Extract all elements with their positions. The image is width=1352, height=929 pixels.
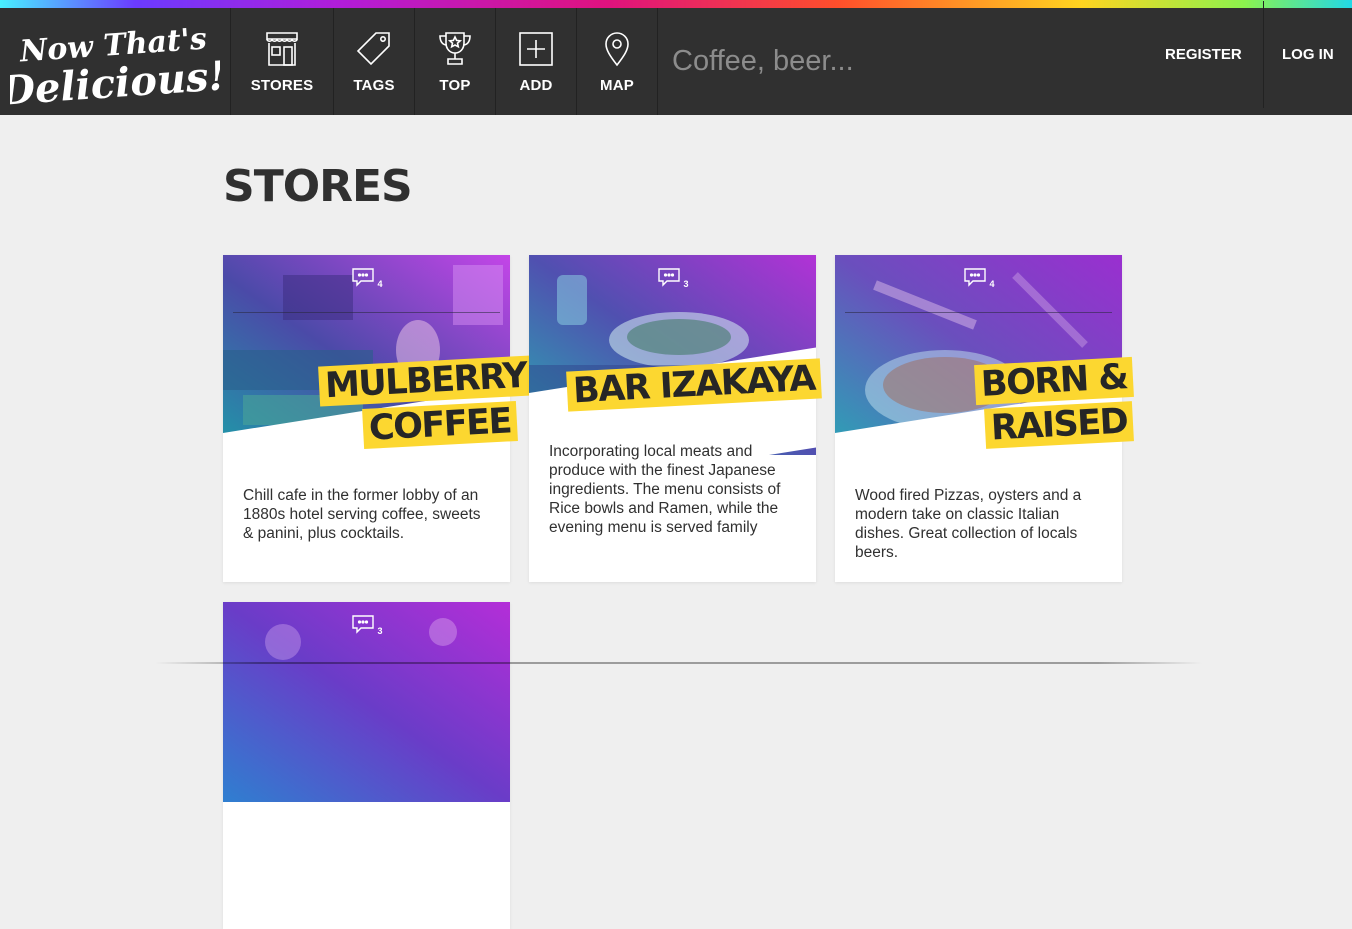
register-link[interactable]: REGISTER	[1145, 1, 1263, 108]
comments-count-value: 4	[989, 279, 995, 289]
nav-add[interactable]: ADD	[496, 8, 577, 115]
map-pin-icon	[605, 32, 629, 67]
trophy-icon	[439, 32, 471, 65]
tag-icon	[356, 32, 390, 66]
page-title: STORES	[223, 161, 413, 212]
main-content: STORES 4 MULBERRY COFFEE Chill cafe in t…	[223, 115, 1135, 929]
nav-top-label: TOP	[439, 77, 471, 94]
add-icon	[519, 32, 553, 66]
logo-wordmark: Now That's Delicious!	[10, 21, 220, 106]
comments-count-value: 3	[377, 626, 383, 636]
store-description: Wood fired Pizzas, oysters and a modern …	[855, 487, 1082, 561]
nav-top[interactable]: TOP	[415, 8, 496, 115]
comment-icon	[351, 268, 374, 287]
comment-icon	[963, 268, 986, 287]
nav-map-label: MAP	[600, 77, 634, 94]
store-description: Chill cafe in the former lobby of an 188…	[243, 487, 481, 542]
comments-count-value: 3	[683, 279, 689, 289]
store-card: 4 MULBERRY COFFEE Chill cafe in the form…	[223, 255, 534, 582]
card-divider	[233, 312, 500, 313]
store-title-line[interactable]: COFFEE	[362, 400, 519, 450]
comments-count[interactable]: 3	[351, 614, 383, 636]
search-input[interactable]	[670, 44, 1134, 79]
store-description: Incorporating local meats and produce wi…	[549, 443, 781, 536]
comment-icon	[657, 268, 680, 287]
store-title-line[interactable]: RAISED	[984, 401, 1135, 449]
comments-count[interactable]: 3	[657, 267, 689, 289]
nav-tags-label: TAGS	[353, 77, 395, 94]
search-area	[658, 8, 1145, 115]
store-title-line[interactable]: BORN &	[974, 356, 1135, 406]
auth-links: REGISTER LOG IN	[1145, 1, 1352, 115]
main-nav: STORES TAGS TOP ADD MAP	[231, 8, 658, 115]
nav-tags[interactable]: TAGS	[334, 8, 415, 115]
nav-stores[interactable]: STORES	[231, 8, 334, 115]
card-divider	[845, 312, 1112, 313]
comments-count-value: 4	[377, 279, 383, 289]
comments-count[interactable]: 4	[963, 267, 995, 289]
store-card: 3 BAR IZAKAYA Incorporating local meats …	[529, 255, 822, 582]
top-navigation: Now That's Delicious! STORES TAGS TOP AD…	[0, 1, 1352, 115]
login-link[interactable]: LOG IN	[1263, 1, 1352, 108]
store-card: 3	[223, 602, 510, 929]
store-icon	[266, 32, 298, 66]
store-card: 4 BORN & RAISED Wood fired Pizzas, oyste…	[835, 255, 1135, 582]
nav-map[interactable]: MAP	[577, 8, 658, 115]
nav-add-label: ADD	[519, 77, 553, 94]
nav-stores-label: STORES	[250, 77, 314, 94]
comments-count[interactable]: 4	[351, 267, 383, 289]
site-logo[interactable]: Now That's Delicious!	[0, 8, 231, 115]
comment-icon	[351, 615, 374, 634]
